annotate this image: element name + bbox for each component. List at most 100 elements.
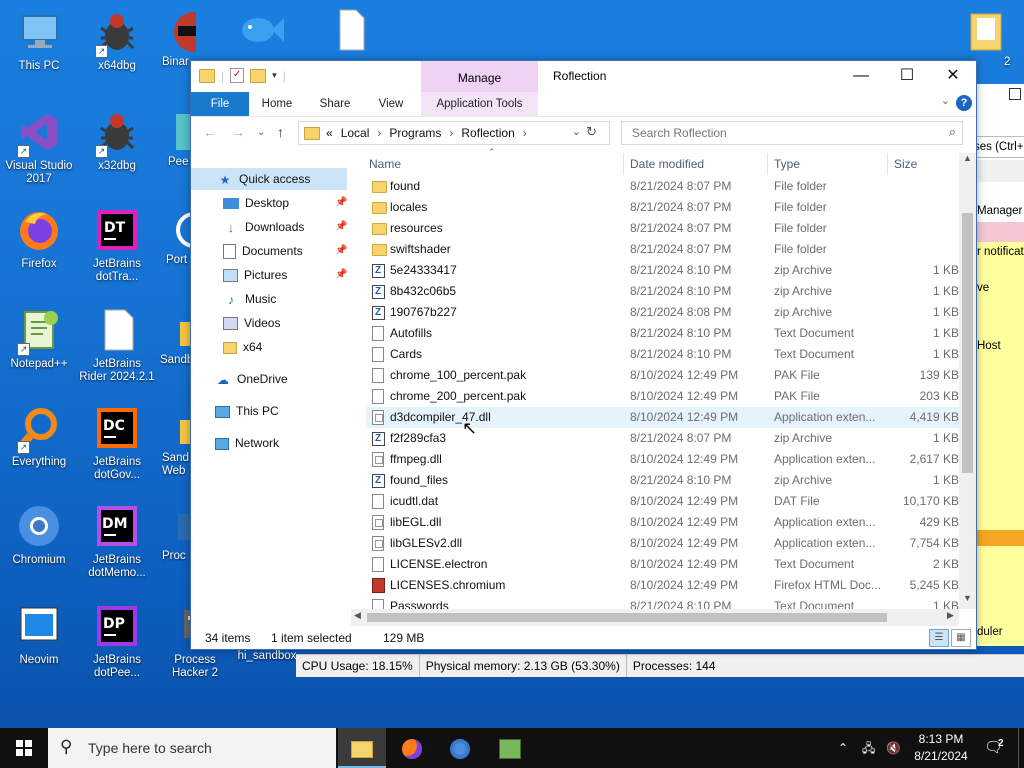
desktop-icon-everything[interactable]: ↗ Everything <box>0 404 78 469</box>
forward-button[interactable]: → <box>231 124 245 140</box>
file-row[interactable]: found_files 8/21/2024 8:10 PM zip Archive 1… <box>366 470 961 491</box>
file-row[interactable]: 5e24333417 8/21/2024 8:10 PM zip Archive 1 … <box>366 260 961 281</box>
desktop-icon-notepad-plus-plus[interactable]: ↗ Notepad++ <box>0 306 78 371</box>
desktop-icon-folder-2[interactable]: 2 <box>946 6 1024 68</box>
pin-icon[interactable]: 📌 <box>335 216 347 238</box>
help-icon[interactable]: ? <box>956 95 972 111</box>
file-row[interactable]: Autofills 8/21/2024 8:10 PM Text Document 1… <box>366 323 961 344</box>
expand-ribbon-chevron-icon[interactable]: ⌄ <box>941 94 950 107</box>
file-row[interactable]: LICENSE.electron 8/10/2024 12:49 PM Text D… <box>366 554 961 575</box>
column-separator[interactable] <box>767 153 768 175</box>
scrollbar-thumb[interactable] <box>962 213 973 473</box>
file-row[interactable]: chrome_200_percent.pak 8/10/2024 12:49 PM… <box>366 386 961 407</box>
up-button[interactable]: ↑ <box>277 124 284 140</box>
system-clock[interactable]: 8:13 PM 8/21/2024 <box>910 731 972 765</box>
pin-icon[interactable]: 📌 <box>335 264 347 286</box>
column-header-date-modified[interactable]: Date modified <box>630 153 704 175</box>
desktop-icon-this-pc[interactable]: This PC <box>0 8 78 73</box>
show-hidden-icons-chevron-icon[interactable]: ⌃ <box>838 728 848 768</box>
breadcrumb-separator[interactable]: › <box>449 126 453 140</box>
breadcrumb-separator[interactable]: › <box>377 126 381 140</box>
scroll-down-icon[interactable]: ▼ <box>959 593 976 603</box>
tab-file[interactable]: File <box>191 92 249 116</box>
file-row[interactable]: libGLESv2.dll 8/10/2024 12:49 PM Applicati… <box>366 533 961 554</box>
desktop-icon-hi-sandbox[interactable]: hi_sandbox <box>232 650 302 663</box>
nav-item-this-pc[interactable]: This PC <box>191 400 279 422</box>
customize-toolbar-dropdown-icon[interactable]: ▾ <box>272 70 277 81</box>
nav-item-x64[interactable]: x64 <box>191 336 262 358</box>
refresh-icon[interactable]: ↻ <box>586 124 597 140</box>
file-row[interactable]: Passwords 8/21/2024 8:10 PM Text Document 1… <box>366 596 961 609</box>
column-header-type[interactable]: Type <box>774 153 800 175</box>
desktop-icon-x64dbg[interactable]: ↗ x64dbg <box>78 8 156 73</box>
nav-item-quick-access[interactable]: ★ Quick access <box>191 168 347 190</box>
properties-icon[interactable]: ✓ <box>230 68 245 83</box>
desktop-icon-rider[interactable]: JetBrains Rider 2024.2.1 <box>78 306 156 384</box>
address-bar[interactable]: « Local › Programs › Roflection › ⌄ ↻ <box>298 121 610 145</box>
desktop-icon-dottrace[interactable]: DT JetBrains dotTra... <box>78 206 156 284</box>
desktop-icon-dotpeek[interactable]: DP JetBrains dotPee... <box>78 602 156 680</box>
tab-home[interactable]: Home <box>253 92 301 116</box>
nav-item-desktop[interactable]: Desktop 📌 <box>191 192 347 214</box>
large-icons-view-button[interactable]: ▦ <box>951 629 971 647</box>
details-view-button[interactable]: ☰ <box>929 629 949 647</box>
nav-item-pictures[interactable]: Pictures 📌 <box>191 264 347 286</box>
file-row[interactable]: ffmpeg.dll 8/10/2024 12:49 PM Application … <box>366 449 961 470</box>
desktop-icon-dotmemory[interactable]: DM JetBrains dotMemo... <box>78 502 156 580</box>
file-row[interactable]: d3dcompiler_47.dll 8/10/2024 12:49 PM Appl… <box>366 407 961 428</box>
desktop-icon-x32dbg[interactable]: ↗ x32dbg <box>78 108 156 173</box>
desktop-icon-visual-studio[interactable]: ↗ Visual Studio 2017 <box>0 108 78 186</box>
show-desktop-button[interactable] <box>1018 728 1024 768</box>
column-header-name[interactable]: Name <box>369 153 401 175</box>
file-row[interactable]: libEGL.dll 8/10/2024 12:49 PM Application … <box>366 512 961 533</box>
nav-item-downloads[interactable]: ↓ Downloads 📌 <box>191 216 347 238</box>
start-button[interactable] <box>0 728 48 768</box>
file-row[interactable]: locales 8/21/2024 8:07 PM File folder <box>366 197 961 218</box>
desktop-icon-dotgov[interactable]: DC JetBrains dotGov... <box>78 404 156 482</box>
close-button[interactable]: ✕ <box>930 61 976 91</box>
title-bar[interactable]: | ✓ ▾ | Manage Roflection — ☐ ✕ <box>191 61 976 92</box>
file-row[interactable]: chrome_100_percent.pak 8/10/2024 12:49 PM… <box>366 365 961 386</box>
scrollbar-thumb[interactable] <box>367 613 887 622</box>
desktop-icon-neovim[interactable]: Neovim <box>0 602 78 667</box>
nav-item-onedrive[interactable]: ☁ OneDrive <box>191 368 288 390</box>
tab-share[interactable]: Share <box>311 92 359 116</box>
column-separator[interactable] <box>887 153 888 175</box>
taskbar-file-explorer[interactable] <box>338 728 386 768</box>
nav-item-network[interactable]: Network <box>191 432 279 454</box>
desktop-icon-chromium[interactable]: Chromium <box>0 502 78 567</box>
search-icon[interactable]: ⌕ <box>949 124 956 140</box>
address-dropdown-icon[interactable]: ⌄ <box>572 125 581 138</box>
column-separator[interactable] <box>623 153 624 175</box>
pin-icon[interactable]: 📌 <box>335 240 347 262</box>
maximize-icon[interactable] <box>1009 88 1021 100</box>
file-row[interactable]: 190767b227 8/21/2024 8:08 PM zip Archive 1 … <box>366 302 961 323</box>
file-row[interactable]: f2f289cfa3 8/21/2024 8:07 PM zip Archive 1 … <box>366 428 961 449</box>
scroll-up-icon[interactable]: ▲ <box>959 153 976 163</box>
nav-item-documents[interactable]: Documents 📌 <box>191 240 347 262</box>
recent-locations-chevron-icon[interactable]: ⌄ <box>257 127 265 138</box>
file-row[interactable]: icudtl.dat 8/10/2024 12:49 PM DAT File 10,1… <box>366 491 961 512</box>
desktop-icon-firefox[interactable]: Firefox <box>0 206 78 271</box>
network-icon[interactable]: 🖧 <box>862 728 875 768</box>
breadcrumb-programs[interactable]: Programs <box>389 126 441 140</box>
tab-view[interactable]: View <box>367 92 415 116</box>
horizontal-scrollbar[interactable]: ◀ ▶ <box>351 609 959 626</box>
file-row[interactable]: Cards 8/21/2024 8:10 PM Text Document 1 KB <box>366 344 961 365</box>
desktop-icon-blank-file[interactable] <box>320 6 380 58</box>
file-row[interactable]: 8b432c06b5 8/21/2024 8:10 PM zip Archive 1 … <box>366 281 961 302</box>
file-row[interactable]: swiftshader 8/21/2024 8:07 PM File folder <box>366 239 961 260</box>
file-row[interactable]: resources 8/21/2024 8:07 PM File folder <box>366 218 961 239</box>
volume-muted-icon[interactable]: 🔇 <box>886 728 901 768</box>
breadcrumb-local[interactable]: Local <box>341 126 370 140</box>
nav-item-videos[interactable]: Videos <box>191 312 280 334</box>
search-box[interactable]: ⌕ <box>621 121 963 145</box>
pin-icon[interactable]: 📌 <box>335 192 347 214</box>
file-row[interactable]: LICENSES.chromium 8/10/2024 12:49 PM Firef… <box>366 575 961 596</box>
maximize-button[interactable]: ☐ <box>884 61 930 91</box>
tab-application-tools[interactable]: Application Tools <box>421 92 538 116</box>
taskbar-chromium[interactable] <box>436 728 484 768</box>
new-folder-icon[interactable] <box>250 68 267 83</box>
search-input[interactable] <box>630 125 934 141</box>
scroll-right-icon[interactable]: ▶ <box>947 610 954 621</box>
